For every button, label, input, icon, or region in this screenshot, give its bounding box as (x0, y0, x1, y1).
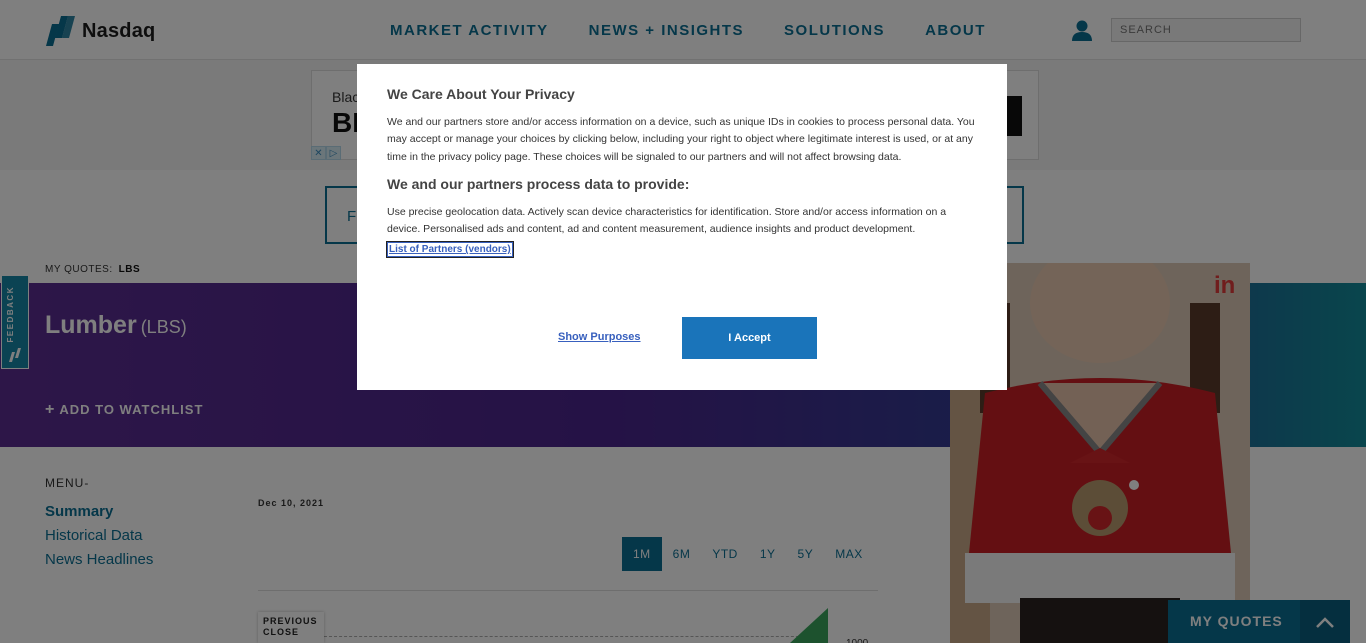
privacy-dialog-title: We Care About Your Privacy (387, 86, 575, 102)
privacy-dialog-subtitle: We and our partners process data to prov… (387, 175, 690, 192)
accept-button[interactable]: I Accept (682, 317, 817, 359)
privacy-dialog-body: We and our partners store and/or access … (387, 116, 975, 163)
show-purposes-button[interactable]: Show Purposes (558, 331, 641, 343)
list-of-partners-link[interactable]: List of Partners (vendors) (387, 242, 513, 258)
privacy-consent-dialog: We Care About Your Privacy We and our pa… (357, 64, 1007, 390)
privacy-dialog-purposes: Use precise geolocation data. Actively s… (387, 205, 947, 236)
